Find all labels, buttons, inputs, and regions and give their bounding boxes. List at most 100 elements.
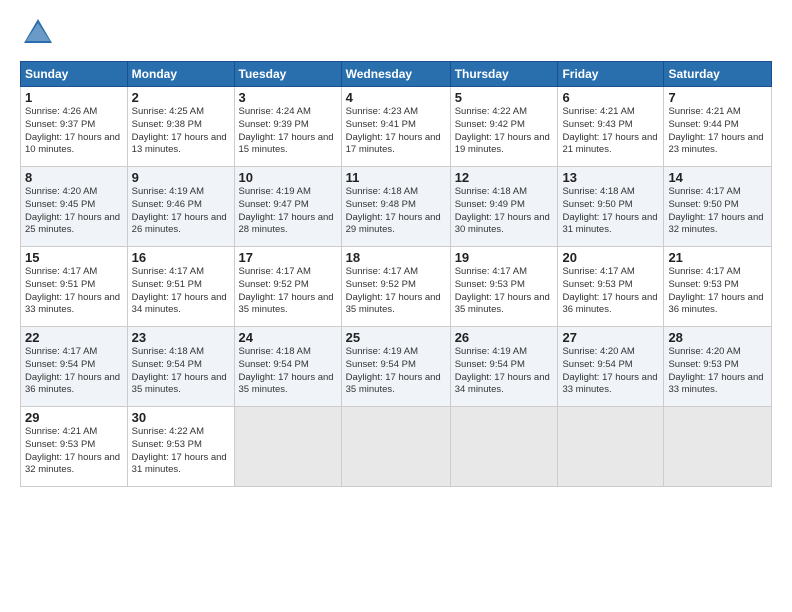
day-info: Sunrise: 4:21 AMSunset: 9:53 PMDaylight:…: [25, 426, 120, 475]
day-number: 12: [455, 170, 554, 185]
header: [20, 15, 772, 51]
calendar-cell: 9 Sunrise: 4:19 AMSunset: 9:46 PMDayligh…: [127, 167, 234, 247]
day-number: 1: [25, 90, 123, 105]
calendar-cell: 23 Sunrise: 4:18 AMSunset: 9:54 PMDaylig…: [127, 327, 234, 407]
calendar-cell: 10 Sunrise: 4:19 AMSunset: 9:47 PMDaylig…: [234, 167, 341, 247]
calendar-cell: 16 Sunrise: 4:17 AMSunset: 9:51 PMDaylig…: [127, 247, 234, 327]
day-info: Sunrise: 4:17 AMSunset: 9:51 PMDaylight:…: [132, 266, 227, 315]
day-info: Sunrise: 4:20 AMSunset: 9:45 PMDaylight:…: [25, 186, 120, 235]
day-info: Sunrise: 4:17 AMSunset: 9:52 PMDaylight:…: [346, 266, 441, 315]
calendar-cell: 20 Sunrise: 4:17 AMSunset: 9:53 PMDaylig…: [558, 247, 664, 327]
day-number: 28: [668, 330, 767, 345]
day-number: 2: [132, 90, 230, 105]
day-number: 21: [668, 250, 767, 265]
day-number: 16: [132, 250, 230, 265]
calendar-cell: 14 Sunrise: 4:17 AMSunset: 9:50 PMDaylig…: [664, 167, 772, 247]
day-info: Sunrise: 4:22 AMSunset: 9:42 PMDaylight:…: [455, 106, 550, 155]
calendar-cell: 27 Sunrise: 4:20 AMSunset: 9:54 PMDaylig…: [558, 327, 664, 407]
day-info: Sunrise: 4:18 AMSunset: 9:50 PMDaylight:…: [562, 186, 657, 235]
calendar-week-5: 29 Sunrise: 4:21 AMSunset: 9:53 PMDaylig…: [21, 407, 772, 487]
calendar-cell: 8 Sunrise: 4:20 AMSunset: 9:45 PMDayligh…: [21, 167, 128, 247]
day-number: 17: [239, 250, 337, 265]
day-number: 13: [562, 170, 659, 185]
day-number: 27: [562, 330, 659, 345]
calendar-cell: 18 Sunrise: 4:17 AMSunset: 9:52 PMDaylig…: [341, 247, 450, 327]
calendar-cell: [450, 407, 558, 487]
calendar-cell: 3 Sunrise: 4:24 AMSunset: 9:39 PMDayligh…: [234, 87, 341, 167]
day-number: 5: [455, 90, 554, 105]
day-number: 19: [455, 250, 554, 265]
calendar-cell: 12 Sunrise: 4:18 AMSunset: 9:49 PMDaylig…: [450, 167, 558, 247]
day-number: 15: [25, 250, 123, 265]
logo-icon: [20, 15, 56, 51]
calendar-cell: 5 Sunrise: 4:22 AMSunset: 9:42 PMDayligh…: [450, 87, 558, 167]
calendar-header-row: Sunday Monday Tuesday Wednesday Thursday…: [21, 62, 772, 87]
calendar-cell: [234, 407, 341, 487]
col-wednesday: Wednesday: [341, 62, 450, 87]
calendar-cell: 29 Sunrise: 4:21 AMSunset: 9:53 PMDaylig…: [21, 407, 128, 487]
day-number: 9: [132, 170, 230, 185]
day-info: Sunrise: 4:18 AMSunset: 9:54 PMDaylight:…: [239, 346, 334, 395]
day-info: Sunrise: 4:19 AMSunset: 9:54 PMDaylight:…: [346, 346, 441, 395]
day-number: 18: [346, 250, 446, 265]
col-thursday: Thursday: [450, 62, 558, 87]
day-number: 10: [239, 170, 337, 185]
calendar-cell: 13 Sunrise: 4:18 AMSunset: 9:50 PMDaylig…: [558, 167, 664, 247]
day-number: 26: [455, 330, 554, 345]
calendar-week-2: 8 Sunrise: 4:20 AMSunset: 9:45 PMDayligh…: [21, 167, 772, 247]
day-info: Sunrise: 4:24 AMSunset: 9:39 PMDaylight:…: [239, 106, 334, 155]
calendar-page: Sunday Monday Tuesday Wednesday Thursday…: [0, 0, 792, 612]
day-info: Sunrise: 4:19 AMSunset: 9:54 PMDaylight:…: [455, 346, 550, 395]
calendar-cell: 24 Sunrise: 4:18 AMSunset: 9:54 PMDaylig…: [234, 327, 341, 407]
day-info: Sunrise: 4:17 AMSunset: 9:53 PMDaylight:…: [455, 266, 550, 315]
col-friday: Friday: [558, 62, 664, 87]
day-info: Sunrise: 4:23 AMSunset: 9:41 PMDaylight:…: [346, 106, 441, 155]
col-monday: Monday: [127, 62, 234, 87]
calendar-week-1: 1 Sunrise: 4:26 AMSunset: 9:37 PMDayligh…: [21, 87, 772, 167]
logo: [20, 15, 62, 51]
day-number: 8: [25, 170, 123, 185]
day-info: Sunrise: 4:17 AMSunset: 9:52 PMDaylight:…: [239, 266, 334, 315]
day-number: 6: [562, 90, 659, 105]
day-info: Sunrise: 4:17 AMSunset: 9:54 PMDaylight:…: [25, 346, 120, 395]
day-info: Sunrise: 4:17 AMSunset: 9:53 PMDaylight:…: [668, 266, 763, 315]
day-number: 29: [25, 410, 123, 425]
day-number: 22: [25, 330, 123, 345]
calendar-cell: 11 Sunrise: 4:18 AMSunset: 9:48 PMDaylig…: [341, 167, 450, 247]
calendar-cell: 4 Sunrise: 4:23 AMSunset: 9:41 PMDayligh…: [341, 87, 450, 167]
day-number: 14: [668, 170, 767, 185]
day-number: 24: [239, 330, 337, 345]
calendar-cell: [664, 407, 772, 487]
col-tuesday: Tuesday: [234, 62, 341, 87]
calendar-cell: [341, 407, 450, 487]
day-info: Sunrise: 4:19 AMSunset: 9:47 PMDaylight:…: [239, 186, 334, 235]
calendar-cell: 1 Sunrise: 4:26 AMSunset: 9:37 PMDayligh…: [21, 87, 128, 167]
day-info: Sunrise: 4:26 AMSunset: 9:37 PMDaylight:…: [25, 106, 120, 155]
calendar-week-3: 15 Sunrise: 4:17 AMSunset: 9:51 PMDaylig…: [21, 247, 772, 327]
calendar-cell: [558, 407, 664, 487]
day-info: Sunrise: 4:18 AMSunset: 9:54 PMDaylight:…: [132, 346, 227, 395]
day-info: Sunrise: 4:19 AMSunset: 9:46 PMDaylight:…: [132, 186, 227, 235]
day-info: Sunrise: 4:21 AMSunset: 9:43 PMDaylight:…: [562, 106, 657, 155]
calendar-cell: 2 Sunrise: 4:25 AMSunset: 9:38 PMDayligh…: [127, 87, 234, 167]
day-info: Sunrise: 4:20 AMSunset: 9:54 PMDaylight:…: [562, 346, 657, 395]
calendar-week-4: 22 Sunrise: 4:17 AMSunset: 9:54 PMDaylig…: [21, 327, 772, 407]
calendar-cell: 19 Sunrise: 4:17 AMSunset: 9:53 PMDaylig…: [450, 247, 558, 327]
day-info: Sunrise: 4:17 AMSunset: 9:50 PMDaylight:…: [668, 186, 763, 235]
day-number: 7: [668, 90, 767, 105]
day-info: Sunrise: 4:17 AMSunset: 9:53 PMDaylight:…: [562, 266, 657, 315]
calendar-table: Sunday Monday Tuesday Wednesday Thursday…: [20, 61, 772, 487]
calendar-cell: 28 Sunrise: 4:20 AMSunset: 9:53 PMDaylig…: [664, 327, 772, 407]
calendar-cell: 21 Sunrise: 4:17 AMSunset: 9:53 PMDaylig…: [664, 247, 772, 327]
calendar-cell: 17 Sunrise: 4:17 AMSunset: 9:52 PMDaylig…: [234, 247, 341, 327]
day-info: Sunrise: 4:22 AMSunset: 9:53 PMDaylight:…: [132, 426, 227, 475]
day-number: 3: [239, 90, 337, 105]
calendar-cell: 30 Sunrise: 4:22 AMSunset: 9:53 PMDaylig…: [127, 407, 234, 487]
day-number: 20: [562, 250, 659, 265]
calendar-cell: 25 Sunrise: 4:19 AMSunset: 9:54 PMDaylig…: [341, 327, 450, 407]
day-info: Sunrise: 4:21 AMSunset: 9:44 PMDaylight:…: [668, 106, 763, 155]
day-number: 30: [132, 410, 230, 425]
day-info: Sunrise: 4:18 AMSunset: 9:49 PMDaylight:…: [455, 186, 550, 235]
day-info: Sunrise: 4:25 AMSunset: 9:38 PMDaylight:…: [132, 106, 227, 155]
calendar-cell: 15 Sunrise: 4:17 AMSunset: 9:51 PMDaylig…: [21, 247, 128, 327]
